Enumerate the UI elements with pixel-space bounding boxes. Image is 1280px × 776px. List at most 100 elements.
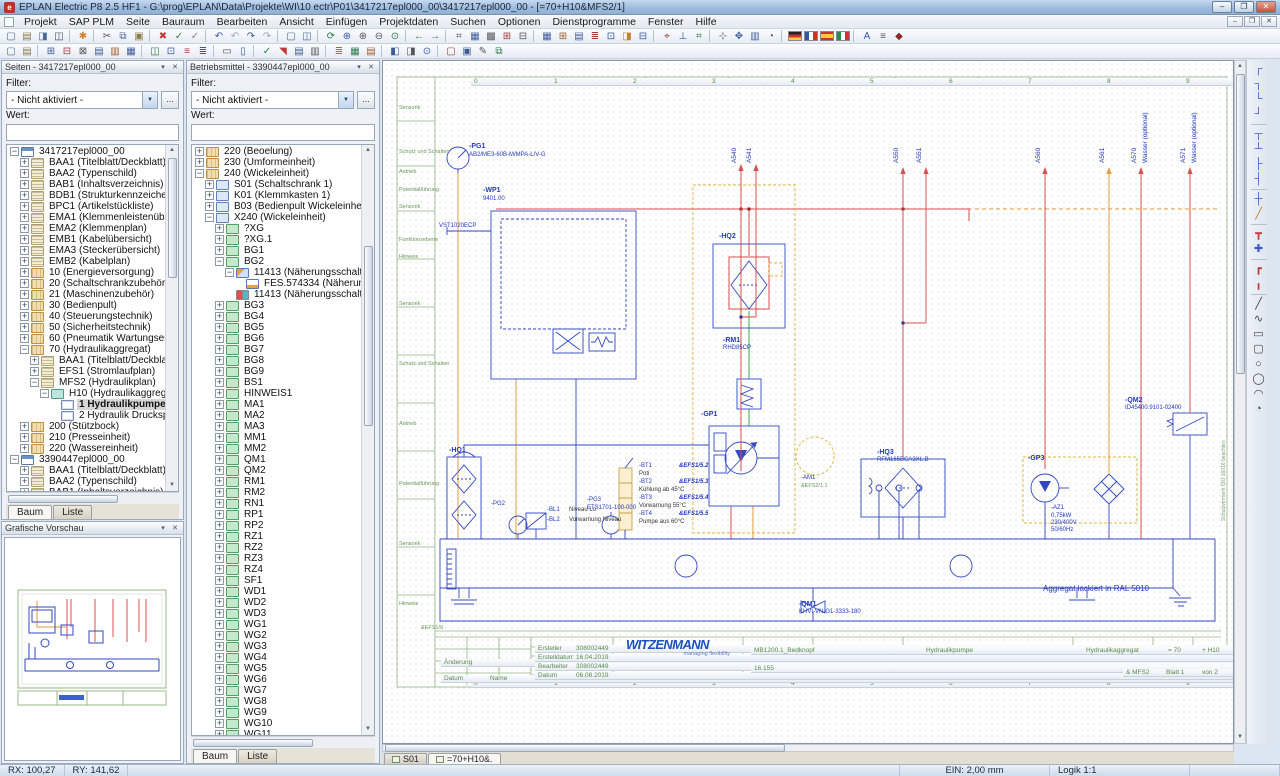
- tree-expander-icon[interactable]: +: [20, 301, 29, 310]
- tree-expander-icon[interactable]: +: [30, 356, 39, 365]
- language-italian-icon[interactable]: [836, 31, 850, 41]
- navigator-2-icon[interactable]: ⊟: [59, 45, 75, 58]
- pages-tree-scrollbar[interactable]: ▲ ▼: [165, 145, 178, 491]
- tree-item-60-pneumatik-wartungseinheit[interactable]: +60 (Pneumatik Wartungseinheit): [7, 333, 165, 344]
- corner-top-left-icon[interactable]: ┌: [1250, 62, 1268, 77]
- panel-close-icon[interactable]: ✕: [366, 63, 376, 71]
- design-mode-icon[interactable]: ◨: [619, 30, 635, 43]
- tree-expander-icon[interactable]: +: [20, 191, 29, 200]
- minimize-button[interactable]: –: [1212, 1, 1232, 13]
- tree-expander-icon[interactable]: +: [215, 675, 224, 684]
- tree-item-hinweis1[interactable]: +HINWEIS1: [192, 388, 361, 399]
- symbol-grid-icon[interactable]: ▦: [467, 30, 483, 43]
- tree-expander-icon[interactable]: +: [20, 323, 29, 332]
- tree-expander-icon[interactable]: −: [20, 345, 29, 354]
- page-back-icon[interactable]: ←: [411, 30, 427, 43]
- wert-input[interactable]: [6, 124, 179, 141]
- insert-macro-icon[interactable]: ▩: [483, 30, 499, 43]
- gauge-icon[interactable]: ◔: [763, 30, 779, 43]
- break-point-icon[interactable]: ╱: [1250, 207, 1268, 222]
- tree-item-10-energieversorgung[interactable]: +10 (Energieversorgung): [7, 267, 165, 278]
- tree-expander-icon[interactable]: +: [215, 323, 224, 332]
- tree-item-ma2[interactable]: +MA2: [192, 410, 361, 421]
- tree-item-wd2[interactable]: +WD2: [192, 597, 361, 608]
- tree-expander-icon[interactable]: +: [215, 334, 224, 343]
- tree-expander-icon[interactable]: +: [215, 730, 224, 735]
- menu-item-optionen[interactable]: Optionen: [492, 16, 547, 28]
- tree-expander-icon[interactable]: +: [20, 235, 29, 244]
- tree-item-qm2[interactable]: +QM2: [192, 465, 361, 476]
- tree-item-wg6[interactable]: +WG6: [192, 674, 361, 685]
- devices-tab-liste[interactable]: Liste: [238, 749, 277, 763]
- tree-expander-icon[interactable]: +: [20, 224, 29, 233]
- zoom-window-icon[interactable]: ⊕: [339, 30, 355, 43]
- tree-expander-icon[interactable]: +: [20, 169, 29, 178]
- tree-expander-icon[interactable]: +: [215, 477, 224, 486]
- page-new-icon[interactable]: ▢: [3, 45, 19, 58]
- check-mark-2-icon[interactable]: ✓: [187, 30, 203, 43]
- tree-item-bg8[interactable]: +BG8: [192, 355, 361, 366]
- tree-item-wg8[interactable]: +WG8: [192, 696, 361, 707]
- copy-icon[interactable]: ⧉: [115, 30, 131, 43]
- cable-overview-icon[interactable]: ≣: [195, 45, 211, 58]
- undo-icon[interactable]: ↶: [211, 30, 227, 43]
- message-management-icon[interactable]: ◥: [275, 45, 291, 58]
- tree-expander-icon[interactable]: +: [20, 422, 29, 431]
- t-node-red-icon[interactable]: ┳: [1250, 227, 1268, 242]
- language-french-icon[interactable]: [804, 31, 818, 41]
- panel-menu-icon[interactable]: ▾: [158, 63, 168, 71]
- zoom-out-icon[interactable]: ⊖: [371, 30, 387, 43]
- tree-item-bab1-inhaltsverzeichnis[interactable]: +BAB1 (Inhaltsverzeichnis): [7, 487, 165, 491]
- tree-expander-icon[interactable]: −: [10, 455, 19, 464]
- tree-item-mm1[interactable]: +MM1: [192, 432, 361, 443]
- connection-symbols-icon[interactable]: ⊟: [635, 30, 651, 43]
- tree-expander-icon[interactable]: +: [20, 334, 29, 343]
- revision-icon[interactable]: ✎: [475, 45, 491, 58]
- tree-expander-icon[interactable]: +: [215, 543, 224, 552]
- tree-expander-icon[interactable]: +: [215, 653, 224, 662]
- tree-item-wg5[interactable]: +WG5: [192, 663, 361, 674]
- dictionary-icon[interactable]: ≡: [875, 30, 891, 43]
- language-german-icon[interactable]: [788, 31, 802, 41]
- tree-expander-icon[interactable]: +: [215, 444, 224, 453]
- tree-expander-icon[interactable]: +: [215, 664, 224, 673]
- new-project-icon[interactable]: ▢: [3, 30, 19, 43]
- tree-item-3417217epl000-00[interactable]: −3417217epl000_00: [7, 146, 165, 157]
- tree-expander-icon[interactable]: +: [215, 345, 224, 354]
- filter-browse-button[interactable]: ...: [161, 91, 179, 109]
- tree-item-wg4[interactable]: +WG4: [192, 652, 361, 663]
- tree-expander-icon[interactable]: −: [225, 268, 234, 277]
- tree-item-s01-schaltschrank-1[interactable]: +S01 (Schaltschrank 1): [192, 179, 361, 190]
- pages-tab-liste[interactable]: Liste: [53, 505, 92, 519]
- tree-item-qm1[interactable]: +QM1: [192, 454, 361, 465]
- wert-input[interactable]: [191, 124, 375, 141]
- tree-item-40-steuerungstechnik[interactable]: +40 (Steuerungstechnik): [7, 311, 165, 322]
- panel-menu-icon[interactable]: ▾: [158, 524, 168, 532]
- panel-close-icon[interactable]: ✕: [170, 524, 180, 532]
- tree-expander-icon[interactable]: +: [215, 565, 224, 574]
- schematic-editor[interactable]: 01234567890123456789SensorikSchutz und S…: [382, 60, 1234, 744]
- menu-item-dienstprogramme[interactable]: Dienstprogramme: [546, 16, 641, 28]
- check-project-icon[interactable]: ✓: [259, 45, 275, 58]
- tree-item-rz4[interactable]: +RZ4: [192, 564, 361, 575]
- language-spanish-icon[interactable]: [820, 31, 834, 41]
- t-node-right-icon[interactable]: ├: [1250, 157, 1268, 172]
- tree-item-baa1-titelblatt-deckblatt[interactable]: +BAA1 (Titelblatt/Deckblatt): [7, 465, 165, 476]
- tree-expander-icon[interactable]: +: [215, 301, 224, 310]
- interruption-points-icon[interactable]: ▭: [219, 45, 235, 58]
- tree-expander-icon[interactable]: +: [20, 466, 29, 475]
- tree-expander-icon[interactable]: −: [40, 389, 49, 398]
- settings-wrench-icon[interactable]: ✱: [75, 30, 91, 43]
- chevron-down-icon[interactable]: ▼: [338, 92, 353, 108]
- bill-of-materials-icon[interactable]: ▤: [363, 45, 379, 58]
- tree-item-wg10[interactable]: +WG10: [192, 718, 361, 729]
- grid-display-icon[interactable]: ▦: [539, 30, 555, 43]
- pages-tab-baum[interactable]: Baum: [8, 505, 52, 519]
- menu-item-ansicht[interactable]: Ansicht: [273, 16, 319, 28]
- tree-expander-icon[interactable]: +: [215, 488, 224, 497]
- tree-expander-icon[interactable]: +: [215, 554, 224, 563]
- devices-panel-header[interactable]: Betriebsmittel - 3390447epl000_00 ▾✕: [187, 61, 379, 74]
- maximize-button[interactable]: ❐: [1234, 1, 1254, 13]
- tree-expander-icon[interactable]: +: [215, 510, 224, 519]
- tree-item-rm2[interactable]: +RM2: [192, 487, 361, 498]
